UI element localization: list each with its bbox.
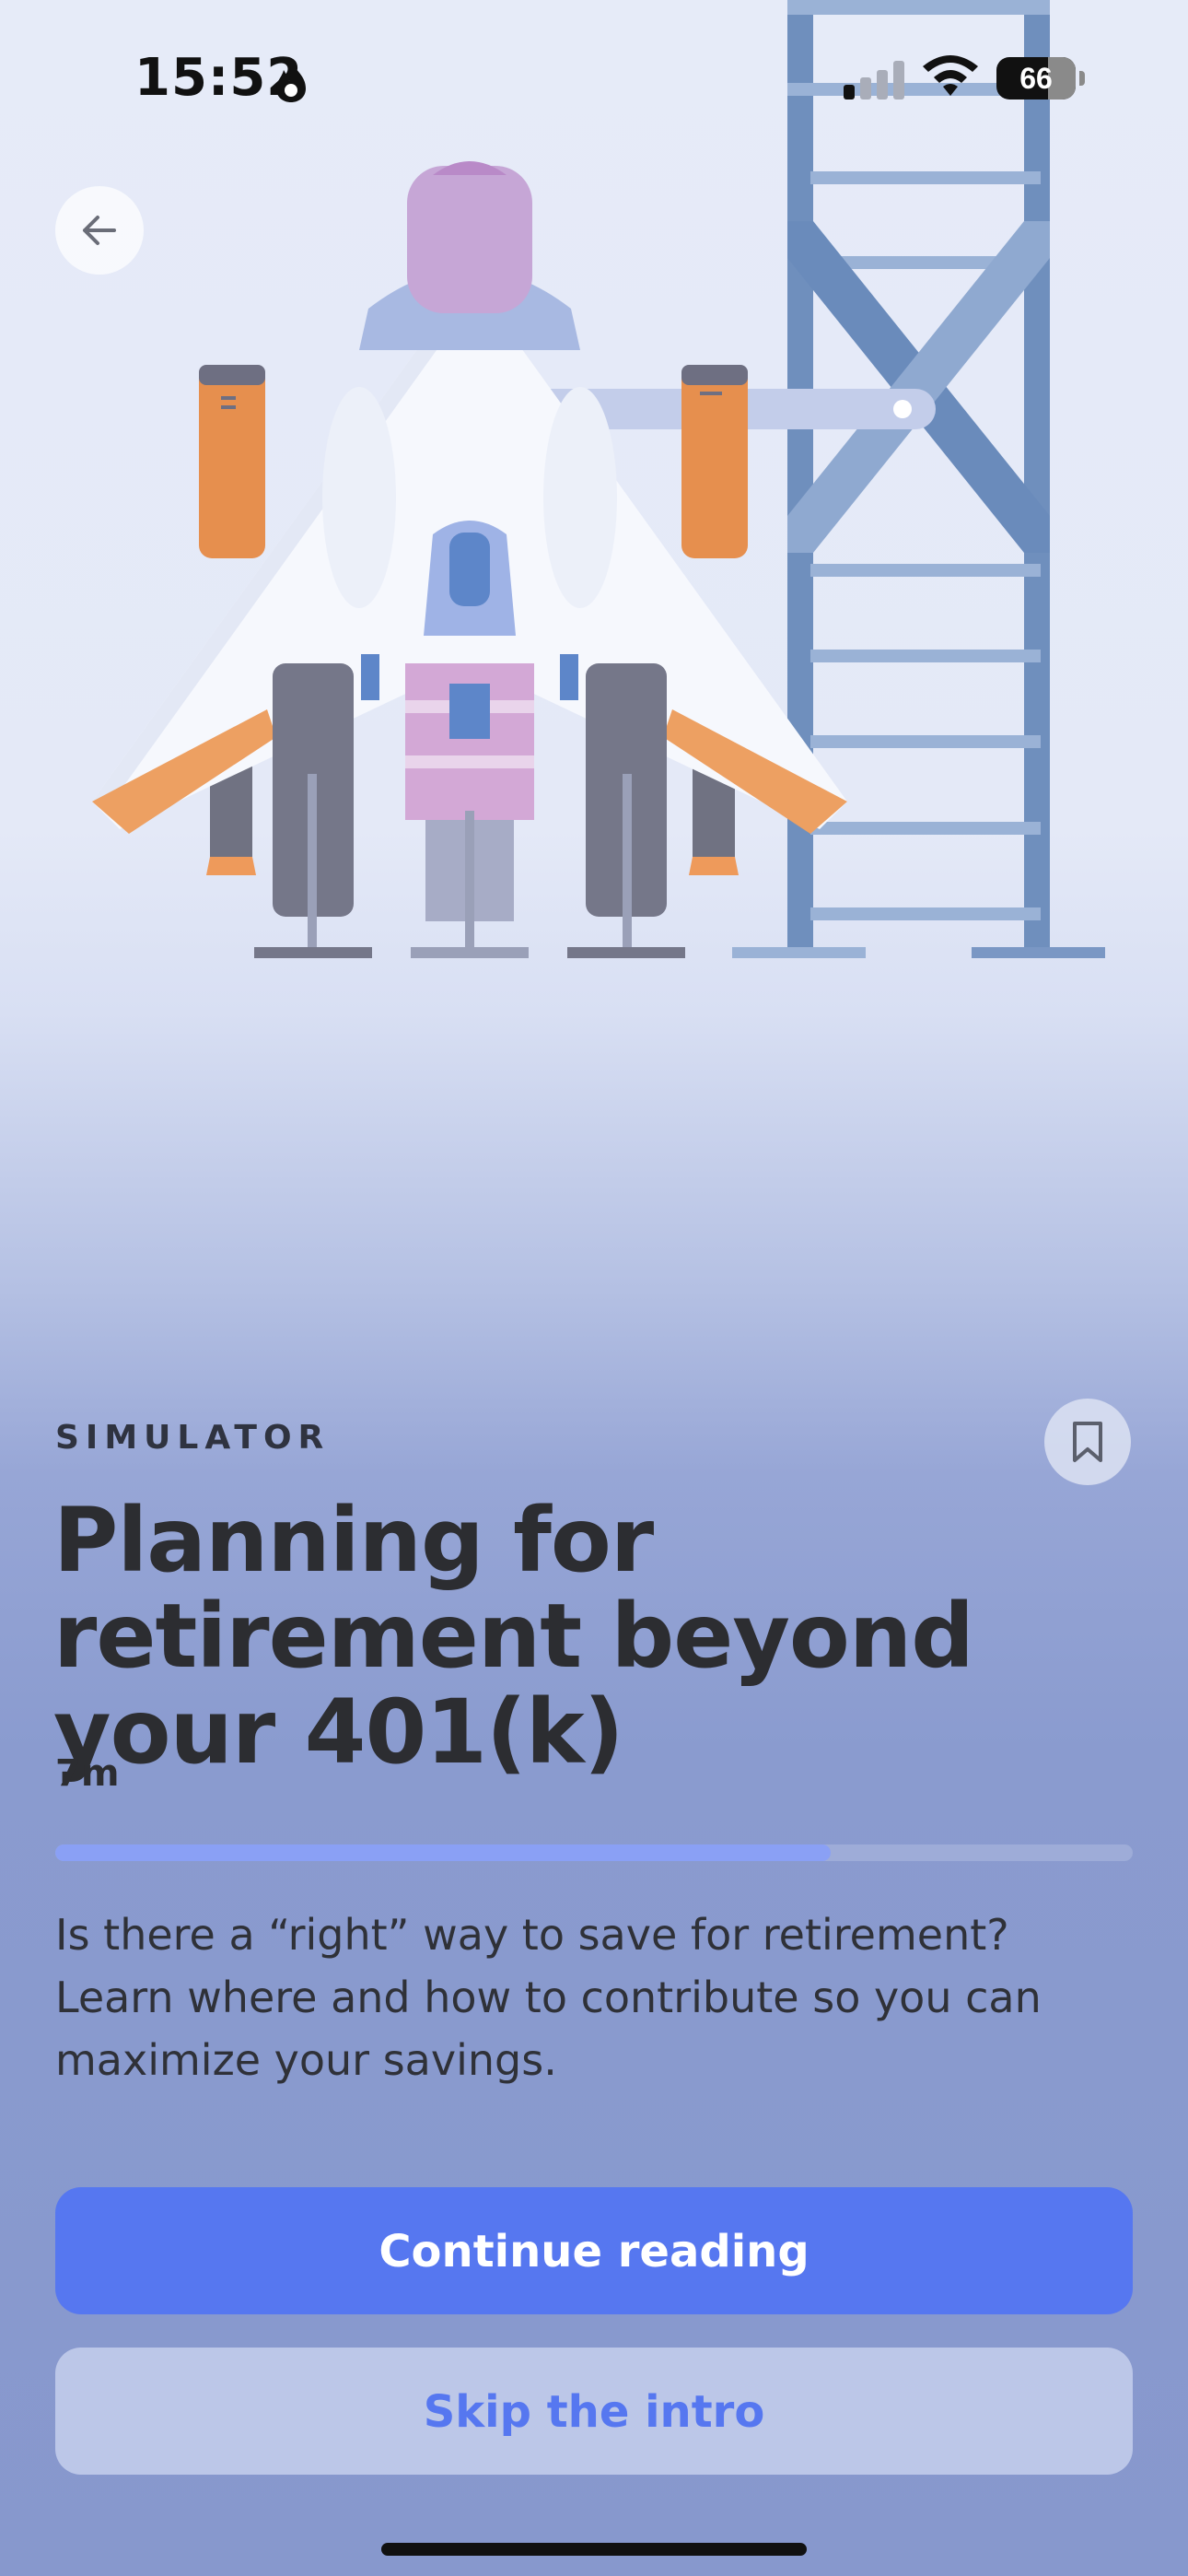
continue-reading-button[interactable]: Continue reading bbox=[55, 2187, 1133, 2314]
article-description: Is there a “right” way to save for retir… bbox=[55, 1910, 1042, 2085]
reading-progress-fill bbox=[55, 1844, 832, 1861]
back-button[interactable] bbox=[55, 186, 144, 275]
arrow-left-icon bbox=[83, 216, 116, 245]
home-indicator bbox=[381, 2543, 807, 2556]
flame-icon bbox=[276, 61, 306, 102]
skip-intro-button[interactable]: Skip the intro bbox=[55, 2348, 1133, 2475]
reading-progress-bar bbox=[55, 1844, 1133, 1861]
wifi-icon bbox=[923, 55, 978, 96]
article-title: Planning for retirement beyond your 401(… bbox=[53, 1489, 974, 1784]
category-label: SIMULATOR bbox=[55, 1419, 331, 1457]
bookmark-button[interactable] bbox=[1044, 1399, 1131, 1485]
status-bar: 15:52 66 bbox=[0, 0, 1188, 157]
read-duration: 7m bbox=[55, 1752, 120, 1795]
cellular-signal-icon bbox=[844, 61, 904, 100]
battery-body: 66 bbox=[996, 57, 1076, 100]
battery-level: 66 bbox=[1019, 62, 1053, 95]
battery-indicator: 66 bbox=[996, 57, 1087, 100]
bookmark-icon bbox=[1073, 1422, 1102, 1462]
battery-cap bbox=[1079, 71, 1085, 86]
